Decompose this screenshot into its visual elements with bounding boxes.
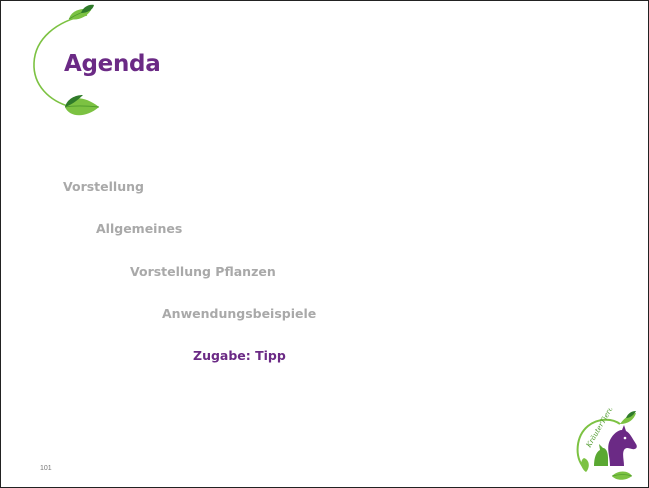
page-number: 101 [40,465,52,472]
horse-logo-icon: KräuterTierchen [576,408,637,480]
agenda-item-zugabe-tipp: Zugabe: Tipp [193,348,286,363]
agenda-item-vorstellung-pflanzen: Vorstellung Pflanzen [130,264,276,279]
agenda-item-anwendungsbeispiele: Anwendungsbeispiele [162,306,317,321]
agenda-item-allgemeines: Allgemeines [96,221,183,236]
vine-leaf-icon [64,95,100,116]
slide: Agenda Vorstellung Allgemeines Vorstellu… [0,0,649,488]
vine-leaf-icon [68,4,94,20]
agenda-item-vorstellung: Vorstellung [63,179,144,194]
slide-title: Agenda [64,51,161,77]
